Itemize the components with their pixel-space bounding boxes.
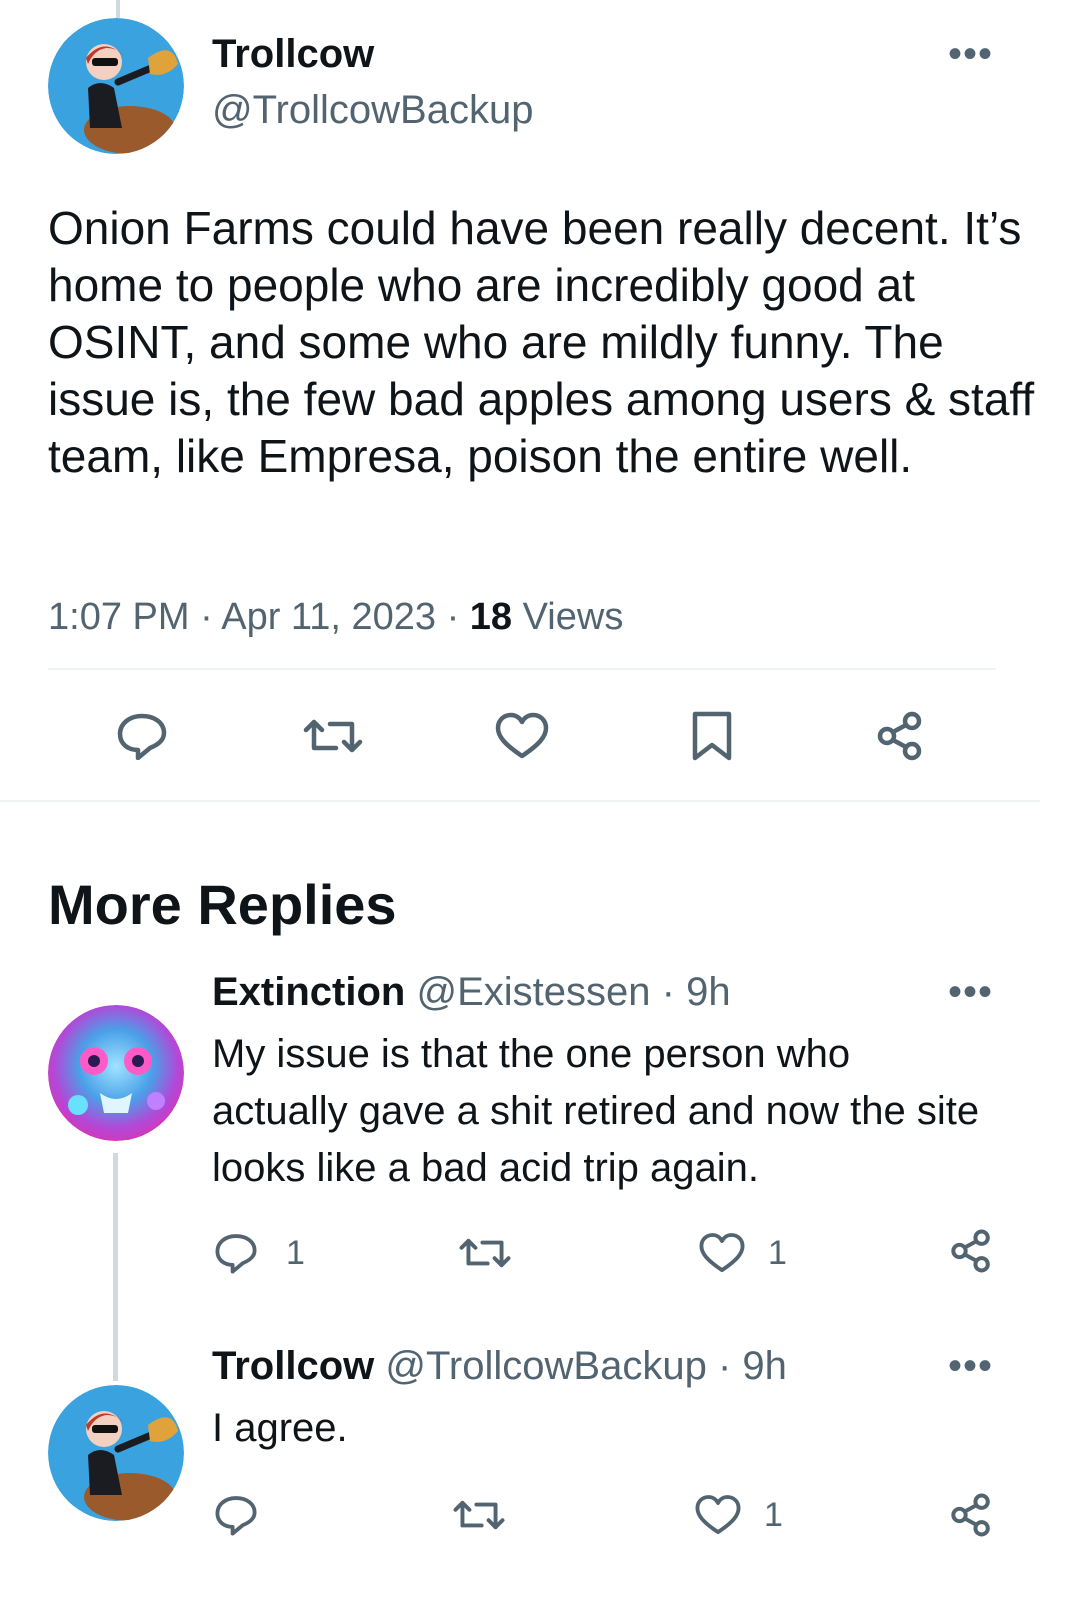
- like-icon[interactable]: [694, 1494, 742, 1536]
- author-name[interactable]: Trollcow: [212, 32, 374, 77]
- like-count: 1: [768, 1234, 787, 1272]
- share-icon[interactable]: [948, 1492, 994, 1538]
- views-count: 18: [469, 596, 513, 638]
- views-label: Views: [522, 596, 624, 638]
- reply-author-handle[interactable]: @Existessen: [416, 970, 650, 1014]
- retweet-icon[interactable]: [458, 1232, 512, 1274]
- section-title: More Replies: [48, 873, 397, 936]
- separator: ·: [446, 596, 460, 638]
- avatar[interactable]: [48, 1385, 184, 1521]
- tweet-time[interactable]: 1:07 PM: [48, 596, 190, 638]
- reply-icon[interactable]: [214, 1494, 258, 1536]
- retweet-icon[interactable]: [452, 1494, 506, 1536]
- more-horizontal-icon[interactable]: •••: [948, 34, 993, 74]
- reply-author-name[interactable]: Extinction: [212, 970, 405, 1014]
- retweet-icon[interactable]: [302, 712, 364, 760]
- share-icon[interactable]: [874, 710, 926, 762]
- reply-header: Trollcow @TrollcowBackup · 9h: [212, 1344, 787, 1389]
- avatar[interactable]: [48, 1005, 184, 1141]
- like-count: 1: [764, 1496, 783, 1534]
- reply-time[interactable]: 9h: [742, 1344, 787, 1388]
- avatar[interactable]: [48, 18, 184, 154]
- reply-text: I agree.: [212, 1406, 348, 1450]
- divider: [48, 668, 996, 670]
- thread-line: [116, 0, 120, 18]
- reply-author-name[interactable]: Trollcow: [212, 1344, 374, 1388]
- reply-icon[interactable]: [214, 1232, 258, 1274]
- separator: ·: [661, 970, 675, 1014]
- bookmark-icon[interactable]: [690, 710, 734, 762]
- like-icon[interactable]: [698, 1232, 746, 1274]
- separator: ·: [717, 1344, 732, 1388]
- reply-author-handle[interactable]: @TrollcowBackup: [385, 1344, 706, 1388]
- author-handle[interactable]: @TrollcowBackup: [212, 88, 533, 133]
- like-icon[interactable]: [494, 712, 550, 760]
- tweet-meta: 1:07 PM · Apr 11, 2023 · 18 Views: [48, 596, 623, 639]
- divider: [0, 800, 1040, 802]
- separator: ·: [200, 596, 213, 638]
- tweet-date[interactable]: Apr 11, 2023: [221, 596, 436, 638]
- tweet-text: Onion Farms could have been really decen…: [48, 202, 1035, 482]
- reply-count: 1: [286, 1234, 305, 1272]
- reply-time[interactable]: 9h: [686, 970, 731, 1014]
- reply-header: Extinction @Existessen · 9h: [212, 970, 731, 1015]
- reply-icon[interactable]: [116, 712, 168, 760]
- reply-text: My issue is that the one person who actu…: [212, 1032, 980, 1190]
- more-horizontal-icon[interactable]: •••: [948, 1346, 993, 1386]
- more-horizontal-icon[interactable]: •••: [948, 972, 993, 1012]
- thread-line: [113, 1153, 118, 1381]
- share-icon[interactable]: [948, 1228, 994, 1274]
